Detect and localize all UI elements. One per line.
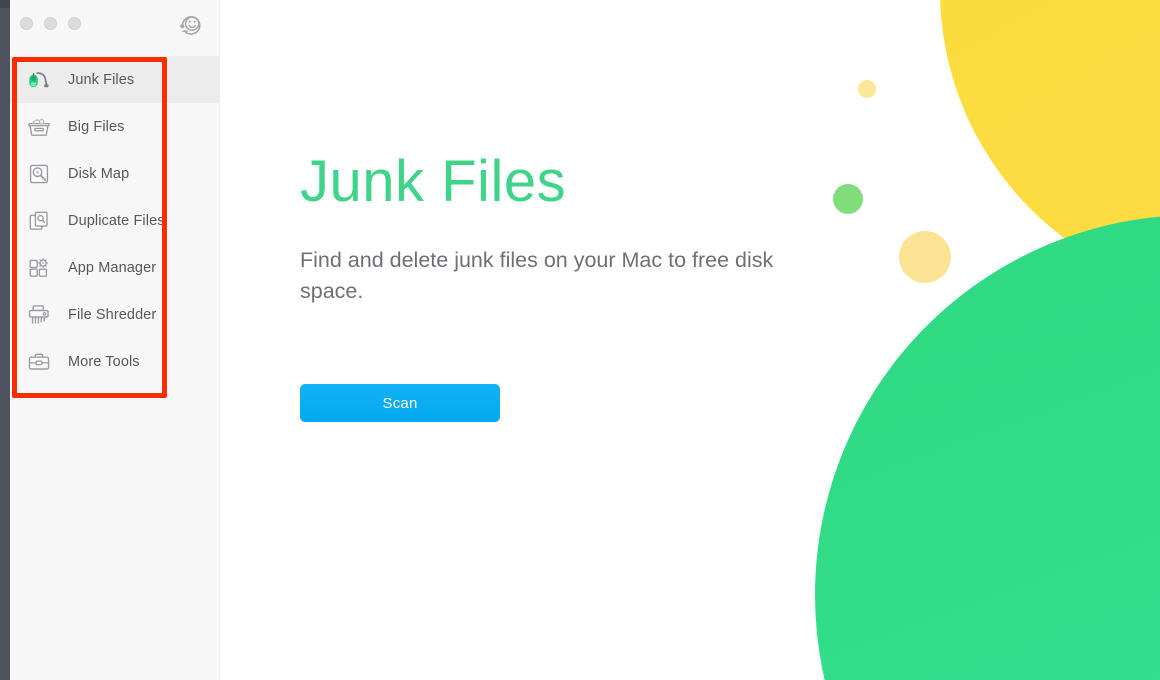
decorative-yellow-dot-large [899,231,951,283]
window-controls [20,17,81,30]
basket-icon [24,112,54,142]
sidebar-item-junk-files[interactable]: Junk Files [10,56,220,103]
close-button[interactable] [20,17,33,30]
sidebar-item-disk-map[interactable]: Disk Map [10,150,220,197]
shredder-icon [24,300,54,330]
scan-button[interactable]: Scan [300,384,500,422]
desktop-background-strip [0,0,10,680]
support-smiley-icon[interactable] [177,10,205,38]
briefcase-icon [24,347,54,377]
decorative-yellow-circle [940,0,1160,300]
titlebar [10,0,220,48]
sidebar-nav: Junk Files Big Files Disk Map Duplicate … [10,56,220,385]
main-content: Junk Files Find and delete junk files on… [220,0,1160,680]
sidebar-item-file-shredder[interactable]: File Shredder [10,291,220,338]
decorative-green-circle [815,215,1160,680]
sidebar-item-more-tools[interactable]: More Tools [10,338,220,385]
duplicate-docs-icon [24,206,54,236]
page-title: Junk Files [300,149,567,214]
maximize-button[interactable] [68,17,81,30]
sidebar-item-label: Big Files [68,118,125,135]
decorative-yellow-dot-small [858,80,876,98]
sidebar: Junk Files Big Files Disk Map Duplicate … [10,0,220,680]
decorative-green-dot [833,184,863,214]
desktop-background-strip-top [0,0,10,8]
sidebar-item-label: More Tools [68,353,140,370]
sidebar-item-label: App Manager [68,259,157,276]
sidebar-item-app-manager[interactable]: App Manager [10,244,220,291]
sidebar-item-label: Duplicate Files [68,212,165,229]
sidebar-item-duplicate-files[interactable]: Duplicate Files [10,197,220,244]
sidebar-item-big-files[interactable]: Big Files [10,103,220,150]
vacuum-cleaner-icon [24,65,54,95]
sidebar-item-label: Junk Files [68,71,135,88]
sidebar-item-label: Disk Map [68,165,130,182]
minimize-button[interactable] [44,17,57,30]
application-window: Junk Files Big Files Disk Map Duplicate … [10,0,1160,680]
sidebar-item-label: File Shredder [68,306,157,323]
app-window: Junk Files Big Files Disk Map Duplicate … [0,0,1160,680]
app-grid-gear-icon [24,253,54,283]
page-description: Find and delete junk files on your Mac t… [300,248,774,303]
disk-magnifier-icon [24,159,54,189]
